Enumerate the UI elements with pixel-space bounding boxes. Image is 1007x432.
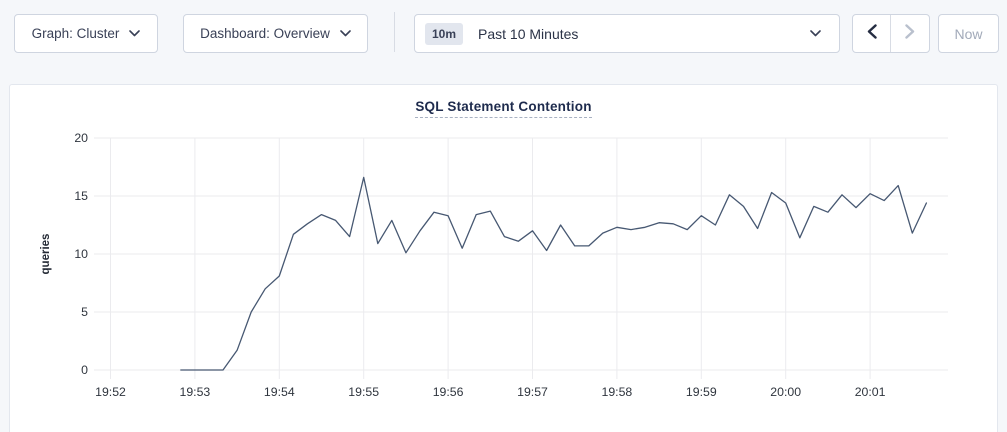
next-time-window-button[interactable] — [891, 15, 929, 52]
dashboard-selector-dropdown[interactable]: Dashboard: Overview — [183, 14, 368, 53]
time-window-arrows — [852, 14, 930, 53]
svg-text:19:54: 19:54 — [264, 385, 295, 399]
svg-text:5: 5 — [81, 305, 88, 319]
svg-text:19:56: 19:56 — [433, 385, 464, 399]
svg-text:15: 15 — [74, 189, 88, 203]
time-range-selector[interactable]: 10m Past 10 Minutes — [414, 14, 840, 53]
toolbar-divider — [394, 12, 395, 52]
contention-chart[interactable]: 0 5 10 15 20 19:52 19:53 19:54 19:55 19:56 19:57 19… — [0, 84, 1007, 432]
svg-text:19:55: 19:55 — [348, 385, 379, 399]
svg-text:queries: queries — [40, 234, 52, 275]
chevron-down-icon — [340, 30, 351, 37]
time-range-label: Past 10 Minutes — [478, 26, 810, 42]
dashboard-selector-label: Dashboard: Overview — [200, 26, 330, 41]
svg-text:20: 20 — [74, 131, 88, 145]
svg-text:19:59: 19:59 — [686, 385, 717, 399]
svg-text:20:01: 20:01 — [855, 385, 886, 399]
svg-text:19:58: 19:58 — [602, 385, 633, 399]
now-button[interactable]: Now — [938, 14, 999, 53]
chevron-right-icon — [905, 24, 915, 44]
svg-text:19:53: 19:53 — [180, 385, 211, 399]
graph-selector-dropdown[interactable]: Graph: Cluster — [14, 14, 158, 53]
chevron-left-icon — [867, 24, 877, 44]
prev-time-window-button[interactable] — [853, 15, 891, 52]
chevron-down-icon — [129, 30, 140, 37]
graph-selector-label: Graph: Cluster — [32, 26, 120, 41]
svg-text:19:57: 19:57 — [517, 385, 548, 399]
svg-text:20:00: 20:00 — [770, 385, 801, 399]
now-button-label: Now — [954, 26, 982, 42]
svg-text:0: 0 — [81, 363, 88, 377]
svg-text:10: 10 — [74, 247, 88, 261]
chevron-down-icon — [810, 30, 821, 37]
time-range-badge: 10m — [425, 23, 463, 45]
svg-text:19:52: 19:52 — [95, 385, 126, 399]
